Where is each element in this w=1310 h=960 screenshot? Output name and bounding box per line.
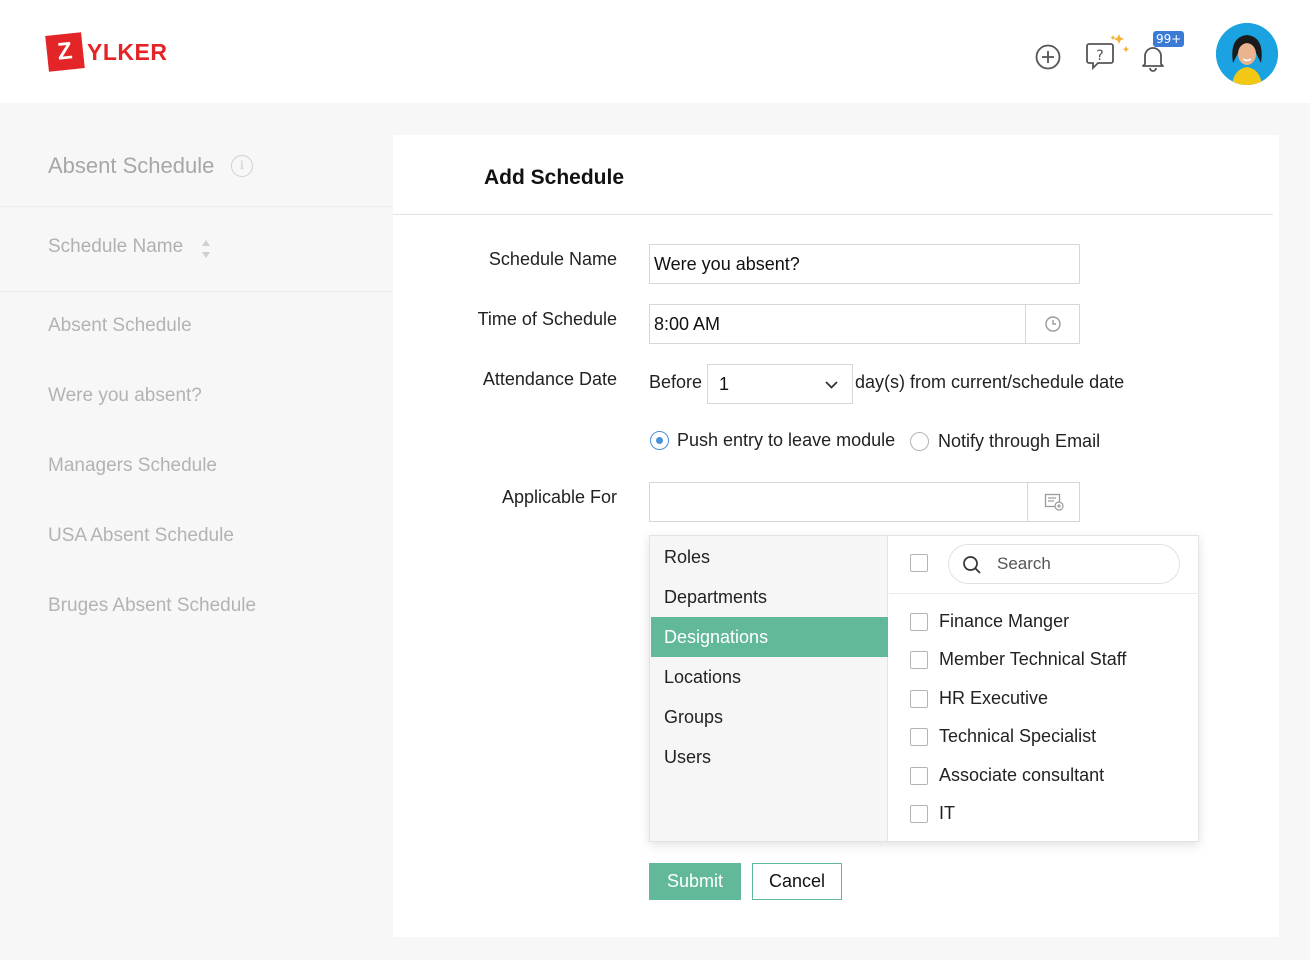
options-list: Search Finance Manger Member Technical S… (889, 536, 1199, 841)
notification-badge: 99+ (1153, 31, 1185, 47)
help-sparkle-icon[interactable]: ? (1084, 30, 1132, 72)
category-roles[interactable]: Roles (651, 537, 888, 577)
option-checkbox[interactable] (910, 728, 928, 746)
option-checkbox[interactable] (910, 651, 928, 669)
schedule-name-label: Schedule Name (488, 249, 617, 269)
zylker-logo[interactable]: Z YLKER (45, 32, 168, 72)
attendance-date-label: Attendance Date (482, 369, 617, 389)
divider (0, 206, 393, 207)
schedule-list-item[interactable]: Absent Schedule (48, 315, 192, 337)
category-groups[interactable]: Groups (651, 697, 888, 737)
notify-email-radio[interactable] (910, 432, 929, 451)
sort-icon[interactable] (201, 238, 211, 260)
divider (393, 214, 1273, 215)
logo-text: YLKER (87, 38, 168, 65)
search-icon (963, 556, 981, 574)
option-label[interactable]: IT (939, 803, 955, 824)
days-select[interactable]: 1 (707, 364, 853, 404)
schedule-list-item[interactable]: Managers Schedule (48, 455, 217, 477)
user-avatar[interactable] (1216, 23, 1278, 85)
list-add-icon (1044, 493, 1064, 511)
schedule-list-item[interactable]: Bruges Absent Schedule (48, 595, 256, 617)
chevron-down-icon (825, 381, 838, 389)
before-text: Before (649, 372, 703, 392)
add-circle-icon[interactable] (1034, 43, 1062, 71)
option-checkbox[interactable] (910, 613, 928, 631)
selector-button[interactable] (1027, 483, 1079, 521)
modal-title: Add Schedule (484, 166, 625, 189)
clock-icon (1044, 316, 1061, 332)
info-icon[interactable]: i (231, 155, 253, 177)
add-schedule-modal: Add Schedule Schedule Name Were you abse… (393, 135, 1279, 937)
schedule-name-value: Were you absent? (654, 253, 800, 274)
applicable-for-input[interactable] (649, 482, 1080, 522)
category-list: Roles Departments Designations Locations… (650, 536, 888, 841)
svg-text:?: ? (1096, 48, 1103, 64)
schedule-name-input[interactable]: Were you absent? (649, 244, 1080, 284)
category-designations[interactable]: Designations (651, 617, 888, 657)
category-departments[interactable]: Departments (651, 577, 888, 617)
option-label[interactable]: Associate consultant (939, 765, 1104, 786)
top-bar: Z YLKER ? 99+ (0, 0, 1310, 103)
divider (0, 291, 393, 292)
option-checkbox[interactable] (910, 767, 928, 785)
option-label[interactable]: Member Technical Staff (939, 649, 1126, 670)
cancel-button[interactable]: Cancel (752, 863, 842, 900)
applicable-for-dropdown: Roles Departments Designations Locations… (649, 535, 1199, 842)
time-input[interactable]: 8:00 AM (649, 304, 1080, 344)
left-panel-title: Absent Schedule (48, 153, 215, 178)
option-label[interactable]: Technical Specialist (939, 726, 1096, 747)
submit-button[interactable]: Submit (649, 863, 741, 900)
search-placeholder: Search (997, 554, 1051, 573)
push-entry-label[interactable]: Push entry to leave module (677, 430, 895, 451)
schedule-list-item[interactable]: Were you absent? (48, 385, 202, 407)
search-input[interactable]: Search (948, 544, 1180, 584)
option-label[interactable]: Finance Manger (939, 611, 1069, 632)
category-locations[interactable]: Locations (651, 657, 888, 697)
schedule-name-column-header[interactable]: Schedule Name (48, 236, 183, 258)
days-value: 1 (719, 373, 730, 394)
days-suffix-text: day(s) from current/schedule date (855, 372, 1125, 392)
clock-button[interactable] (1025, 305, 1079, 343)
time-of-schedule-label: Time of Schedule (477, 309, 617, 329)
category-users[interactable]: Users (651, 737, 888, 777)
divider (889, 593, 1199, 594)
select-all-checkbox[interactable] (910, 554, 928, 572)
logo-mark: Z (45, 32, 85, 72)
option-label[interactable]: HR Executive (939, 688, 1048, 709)
schedule-list-item[interactable]: USA Absent Schedule (48, 525, 234, 547)
option-checkbox[interactable] (910, 805, 928, 823)
notify-email-label[interactable]: Notify through Email (938, 431, 1100, 452)
option-checkbox[interactable] (910, 690, 928, 708)
applicable-for-label: Applicable For (501, 487, 617, 507)
time-value: 8:00 AM (654, 313, 721, 334)
push-entry-radio[interactable] (650, 431, 669, 450)
